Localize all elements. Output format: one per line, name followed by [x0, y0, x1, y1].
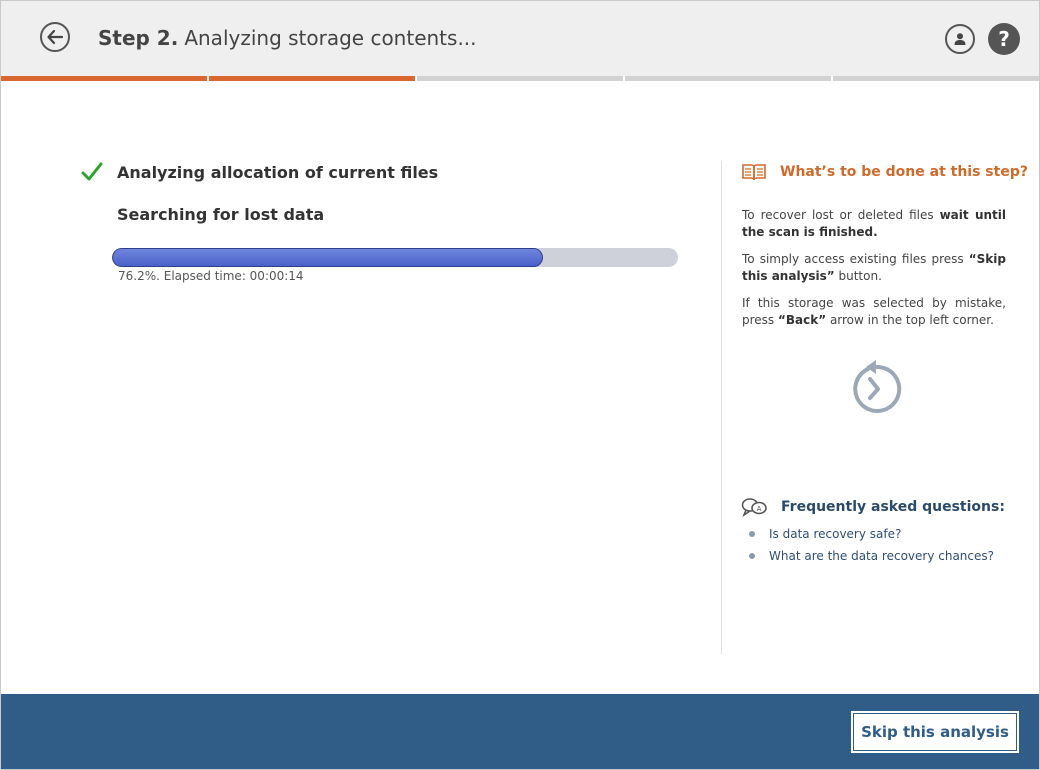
- scan-progress-fill: [112, 248, 544, 267]
- help-text: To recover lost or deleted files: [742, 208, 940, 222]
- task-done-label: Analyzing allocation of current files: [117, 162, 439, 182]
- help-text: button.: [834, 269, 882, 283]
- faq-item: Is data recovery safe?: [749, 523, 994, 545]
- help-title: What’s to be done at this step?: [780, 164, 1028, 180]
- step-segment: [209, 76, 415, 81]
- back-button[interactable]: [40, 22, 70, 52]
- svg-text:A: A: [757, 505, 762, 513]
- faq-title: Frequently asked questions:: [781, 499, 1005, 515]
- faq-list: Is data recovery safe? What are the data…: [749, 523, 994, 567]
- help-paragraph-skip: To simply access existing files press “S…: [742, 251, 1006, 285]
- step-label: Step 2.: [98, 26, 179, 50]
- app-window: Step 2. Analyzing storage contents... ? A…: [0, 0, 1040, 770]
- step-segment: [833, 76, 1039, 81]
- faq-item: What are the data recovery chances?: [749, 545, 994, 567]
- bullet-icon: [749, 553, 755, 559]
- help-text: arrow in the top left corner.: [826, 313, 994, 327]
- task-done-row: Analyzing allocation of current files: [81, 159, 438, 185]
- page-title: Step 2. Analyzing storage contents...: [98, 26, 477, 50]
- task-current-label: Searching for lost data: [117, 205, 325, 224]
- progress-status-text: 76.2%. Elapsed time: 00:00:14: [118, 269, 304, 283]
- timer-icon: [853, 360, 902, 413]
- step-segment: [625, 76, 831, 81]
- book-icon: [742, 164, 766, 181]
- help-button[interactable]: ?: [988, 23, 1020, 55]
- step-segment: [417, 76, 623, 81]
- help-paragraph-wait: To recover lost or deleted files wait un…: [742, 207, 1006, 241]
- help-icon: ?: [998, 27, 1010, 51]
- faq-chat-icon: A: [741, 498, 767, 517]
- faq-header: A Frequently asked questions:: [741, 497, 1005, 517]
- checkmark-icon: [81, 162, 103, 181]
- help-header: What’s to be done at this step?: [742, 163, 1028, 181]
- back-arrow-icon: [47, 29, 64, 45]
- bullet-icon: [749, 531, 755, 537]
- step-progress-strip: [1, 76, 1039, 81]
- faq-link-chances[interactable]: What are the data recovery chances?: [769, 549, 994, 563]
- help-text: To simply access existing files press: [742, 252, 969, 266]
- help-paragraph-back: If this storage was selected by mistake,…: [742, 295, 1006, 329]
- user-icon: [954, 33, 966, 45]
- step-segment: [1, 76, 207, 81]
- user-button[interactable]: [945, 24, 975, 54]
- header-bar: Step 2. Analyzing storage contents... ?: [1, 1, 1039, 76]
- step-title: Analyzing storage contents...: [184, 26, 477, 50]
- faq-link-safe[interactable]: Is data recovery safe?: [769, 527, 901, 541]
- skip-analysis-button[interactable]: Skip this analysis: [851, 711, 1019, 753]
- footer-bar: Skip this analysis: [1, 694, 1039, 769]
- panel-divider: [721, 161, 722, 654]
- scan-progress-bar: [112, 248, 678, 267]
- help-text-bold: “Back”: [778, 313, 827, 327]
